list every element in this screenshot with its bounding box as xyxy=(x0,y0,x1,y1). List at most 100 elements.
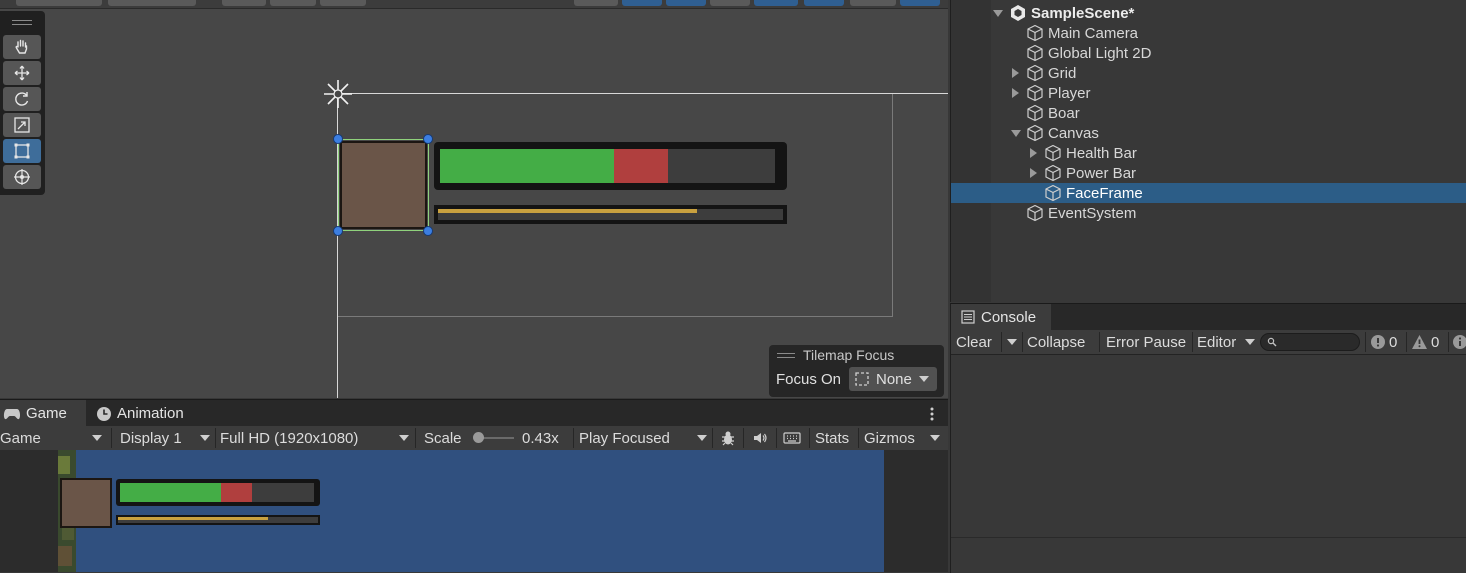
toolbar-toggle[interactable] xyxy=(900,0,940,6)
gameobject-cube-icon xyxy=(1045,164,1061,182)
move-tool-button[interactable] xyxy=(3,61,41,85)
shortcuts-toggle[interactable] xyxy=(781,426,803,450)
toolbar-button[interactable] xyxy=(574,0,618,6)
power-bar[interactable] xyxy=(434,205,787,224)
tilemap-focus-overlay: Tilemap Focus Focus On None xyxy=(769,345,944,397)
foldout-collapsed-icon[interactable] xyxy=(1030,148,1037,158)
health-bar-damage xyxy=(614,149,668,183)
toolbar-toggle[interactable] xyxy=(804,0,844,6)
hierarchy-item-label: Main Camera xyxy=(1048,24,1139,42)
play-mode-dropdown[interactable]: Play Focused xyxy=(579,426,709,450)
tab-animation[interactable]: Animation xyxy=(96,400,200,427)
hierarchy-item[interactable]: Canvas xyxy=(951,123,1466,143)
toolbar-toggle[interactable] xyxy=(754,0,798,6)
scene-view[interactable]: Tilemap Focus Focus On None xyxy=(0,0,948,398)
health-bar-damage-game xyxy=(220,483,252,502)
chevron-down-icon xyxy=(930,435,940,441)
toolbar-toggle[interactable] xyxy=(666,0,706,6)
gameobject-cube-icon xyxy=(1027,64,1043,82)
gameobject-cube-icon xyxy=(1027,24,1043,42)
pivot-gizmo-icon[interactable] xyxy=(322,78,354,110)
hierarchy-item[interactable]: Grid xyxy=(951,63,1466,83)
tab-game[interactable]: Game xyxy=(0,400,86,427)
foldout-collapsed-icon[interactable] xyxy=(1012,88,1019,98)
warning-count-toggle[interactable]: 0 xyxy=(1411,330,1439,354)
rotate-tool-button[interactable] xyxy=(3,87,41,111)
display-dropdown[interactable]: Display 1 xyxy=(120,426,214,450)
mute-audio-toggle[interactable] xyxy=(750,426,770,450)
separator xyxy=(858,428,859,448)
hierarchy-item[interactable]: Power Bar xyxy=(951,163,1466,183)
separator xyxy=(1365,332,1366,352)
health-bar[interactable] xyxy=(434,142,787,190)
clear-button[interactable]: Clear xyxy=(956,330,992,354)
chevron-down-icon xyxy=(1245,339,1255,345)
display-value: Display 1 xyxy=(120,429,182,447)
gameobject-cube-icon xyxy=(1027,204,1043,222)
rect-handle-top-right[interactable] xyxy=(423,134,433,144)
toolbar-button[interactable] xyxy=(270,0,316,6)
info-count-toggle[interactable] xyxy=(1452,330,1466,354)
foldout-expanded-icon[interactable] xyxy=(1011,130,1021,137)
hierarchy-item[interactable]: Health Bar xyxy=(951,143,1466,163)
hierarchy-scene-row[interactable]: SampleScene* xyxy=(951,3,1466,23)
console-detail-divider[interactable] xyxy=(951,537,1466,538)
hand-icon xyxy=(15,39,28,54)
separator xyxy=(215,428,216,448)
scale-slider-thumb[interactable] xyxy=(473,432,484,443)
scene-toolbar xyxy=(0,0,948,9)
toolbar-button[interactable] xyxy=(16,0,102,6)
toolbar-button[interactable] xyxy=(710,0,750,6)
hierarchy-item[interactable]: Player xyxy=(951,83,1466,103)
overlay-drag-handle-line xyxy=(777,357,795,358)
tab-label: Console xyxy=(981,308,1037,326)
hierarchy-item[interactable]: Main Camera xyxy=(951,23,1466,43)
toolbar-button[interactable] xyxy=(320,0,366,6)
scale-tool-button[interactable] xyxy=(3,113,41,137)
foldout-collapsed-icon[interactable] xyxy=(1030,168,1037,178)
rect-handle-bottom-left[interactable] xyxy=(333,226,343,236)
hand-tool-button[interactable] xyxy=(3,35,41,59)
face-frame[interactable] xyxy=(340,141,427,229)
power-bar-game xyxy=(116,515,320,525)
more-options-button[interactable] xyxy=(924,400,940,427)
foldout-collapsed-icon[interactable] xyxy=(1012,68,1019,78)
toolbar-button[interactable] xyxy=(850,0,896,6)
error-count-toggle[interactable]: 0 xyxy=(1370,330,1397,354)
console-search-input[interactable] xyxy=(1260,333,1360,351)
toolbar-button[interactable] xyxy=(222,0,266,6)
hierarchy-item[interactable]: Boar xyxy=(951,103,1466,123)
collapse-toggle[interactable]: Collapse xyxy=(1027,330,1085,354)
chevron-down-icon xyxy=(919,376,929,382)
toolbar-button[interactable] xyxy=(108,0,196,6)
separator xyxy=(776,428,777,448)
hierarchy-item[interactable]: FaceFrame xyxy=(951,183,1466,203)
hierarchy-item[interactable]: EventSystem xyxy=(951,203,1466,223)
play-mode-value: Play Focused xyxy=(579,429,670,447)
hierarchy-item[interactable]: Global Light 2D xyxy=(951,43,1466,63)
gizmos-dropdown[interactable]: Gizmos xyxy=(864,426,946,450)
power-bar-track-game xyxy=(118,517,318,523)
gameobject-cube-icon xyxy=(1027,104,1043,122)
separator xyxy=(809,428,810,448)
game-screen xyxy=(58,450,884,572)
toolbar-toggle[interactable] xyxy=(622,0,662,6)
rect-handle-top-left[interactable] xyxy=(333,134,343,144)
rect-tool-button[interactable] xyxy=(3,139,41,163)
transform-tool-button[interactable] xyxy=(3,165,41,189)
debug-toggle[interactable] xyxy=(718,426,738,450)
error-pause-toggle[interactable]: Error Pause xyxy=(1106,330,1186,354)
overlay-drag-handle[interactable] xyxy=(777,353,795,354)
focus-on-dropdown[interactable]: None xyxy=(849,367,937,391)
clear-options-dropdown[interactable] xyxy=(1004,330,1020,354)
editor-target-dropdown[interactable]: Editor xyxy=(1197,330,1255,354)
stats-button[interactable]: Stats xyxy=(815,426,849,450)
hierarchy-item-label: EventSystem xyxy=(1048,204,1137,222)
foldout-expanded-icon[interactable] xyxy=(993,10,1003,17)
game-viewport[interactable] xyxy=(0,450,948,572)
drag-handle[interactable] xyxy=(12,20,32,21)
tab-console[interactable]: Console xyxy=(951,304,1051,330)
resolution-dropdown[interactable]: Full HD (1920x1080) xyxy=(220,426,412,450)
rect-handle-bottom-right[interactable] xyxy=(423,226,433,236)
view-mode-dropdown[interactable]: Game xyxy=(0,426,108,450)
